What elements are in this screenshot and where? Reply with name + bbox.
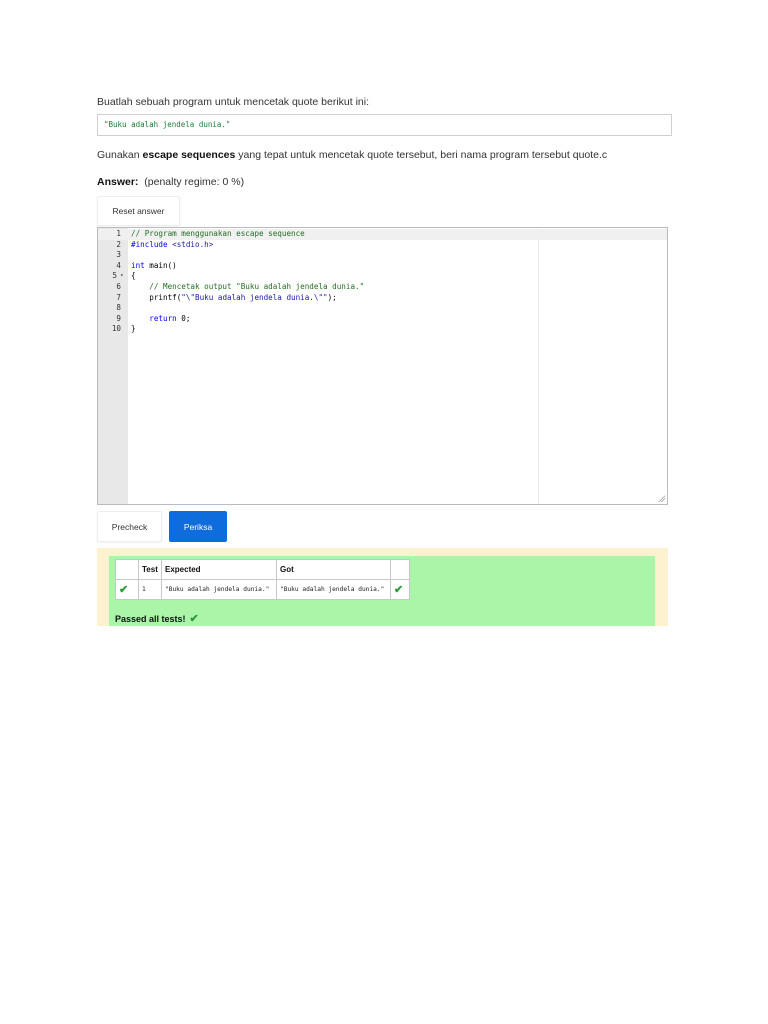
check-icon: ✔ [394,584,404,596]
table-cell: 1 [138,579,162,600]
check-icon: ✔ [189,613,199,625]
code-line[interactable]: 8 [98,303,667,314]
instructions-bold: escape sequences [142,149,236,161]
code-text: } [131,324,136,334]
table-header: Expected [161,559,277,580]
code-line[interactable]: 10 } [98,324,667,335]
code-editor[interactable]: 1 // Program menggunakan escape sequence… [97,227,668,505]
table-header [115,559,139,580]
line-number: 9 [116,313,121,323]
answer-label: Answer: [97,176,139,188]
code-text: return 0; [131,314,190,325]
resize-handle-icon[interactable] [658,495,665,502]
line-number: 1 [116,229,121,238]
check-icon: ✔ [119,584,129,596]
code-line[interactable]: 2 #include <stdio.h> [98,240,667,251]
line-number: 8 [116,303,121,313]
code-token: printf( [131,292,182,302]
line-number: 5 [112,271,117,281]
code-token: return [131,313,177,323]
table-cell: "Buku adalah jendela dunia." [161,579,277,600]
code-token: int [131,260,145,270]
code-text: { [131,271,136,281]
code-token: #include [131,239,168,249]
code-token: main() [144,260,177,270]
code-text: #include <stdio.h> [131,240,213,251]
periksa-button[interactable]: Periksa [169,511,227,542]
results-table: Test Expected Got ✔ 1 "Buku adalah jende… [115,559,410,600]
line-number: 7 [116,292,121,302]
answer-heading: Answer: (penalty regime: 0 %) [97,176,244,188]
result-panel: Test Expected Got ✔ 1 "Buku adalah jende… [97,548,668,626]
passed-all-tests: Passed all tests! ✔ [115,612,199,625]
line-number: 2 [116,239,121,249]
quote-box: "Buku adalah jendela dunia." [97,114,672,136]
precheck-button[interactable]: Precheck [97,511,162,542]
table-header: Test [138,559,162,580]
table-cell: ✔ [115,579,139,600]
table-row: ✔ 1 "Buku adalah jendela dunia." "Buku a… [115,579,410,600]
table-header [390,559,410,580]
instructions-pre: Gunakan [97,149,143,161]
instructions-post: yang tepat untuk mencetak quote tersebut… [235,149,608,161]
code-line[interactable]: 5 ▾ { [98,271,667,282]
passed-label: Passed all tests! [115,614,186,624]
table-header-row: Test Expected Got [115,559,410,580]
instructions: Gunakan escape sequences yang tepat untu… [97,149,607,161]
code-token: ); [327,292,337,302]
penalty-regime: (penalty regime: 0 %) [144,176,245,188]
code-line[interactable]: 1 // Program menggunakan escape sequence [98,229,667,240]
line-number: 10 [111,324,121,334]
code-line[interactable]: 4 int main() [98,261,667,272]
code-line[interactable]: 7 printf("\"Buku adalah jendela dunia.\"… [98,293,667,304]
code-line[interactable]: 3 [98,250,667,261]
question-prompt: Buatlah sebuah program untuk mencetak qu… [97,96,370,108]
fold-arrow-icon[interactable]: ▾ [120,271,124,282]
code-text: // Program menggunakan escape sequence [131,229,305,238]
code-text: printf("\"Buku adalah jendela dunia.\"")… [131,292,337,304]
table-header: Got [276,559,391,580]
result-pass-area: Test Expected Got ✔ 1 "Buku adalah jende… [109,556,655,626]
line-number: 4 [116,260,121,270]
code-text: // Mencetak output "Buku adalah jendela … [131,282,365,291]
table-cell: "Buku adalah jendela dunia." [276,579,391,600]
code-text: int main() [131,261,177,272]
reset-answer-button[interactable]: Reset answer [97,196,180,226]
line-number: 6 [116,282,121,291]
line-number: 3 [116,250,121,260]
code-token: "\"Buku adalah jendela dunia.\"" [181,292,328,302]
code-line[interactable]: 9 return 0; [98,314,667,325]
table-cell: ✔ [390,579,410,600]
code-token: <stdio.h> [167,239,214,249]
code-line[interactable]: 6 // Mencetak output "Buku adalah jendel… [98,282,667,293]
code-token: 0; [176,313,191,323]
